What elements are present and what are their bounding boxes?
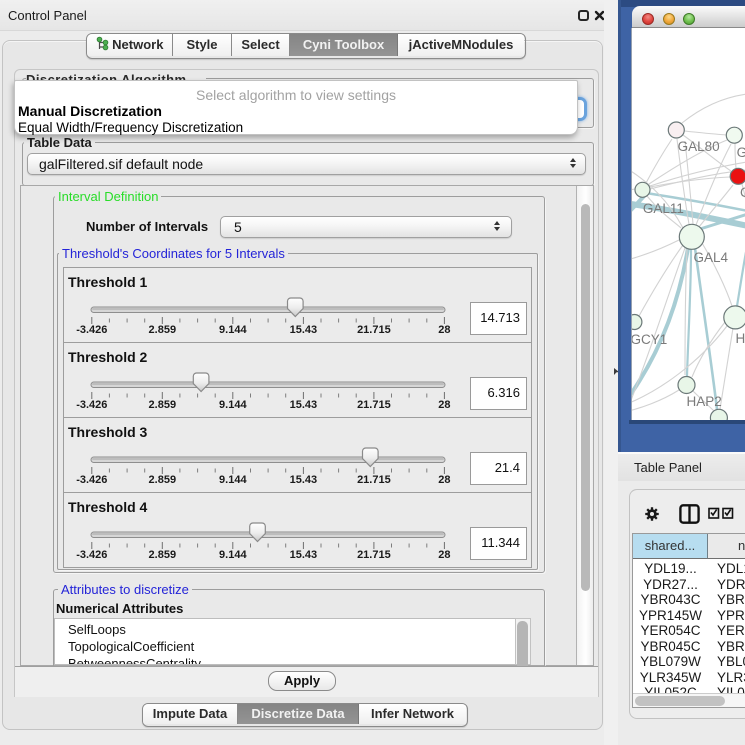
svg-text:2.859: 2.859 bbox=[149, 474, 177, 486]
svg-text:15.43: 15.43 bbox=[290, 324, 318, 336]
svg-text:9.144: 9.144 bbox=[219, 474, 247, 486]
svg-text:-3.426: -3.426 bbox=[76, 324, 107, 336]
svg-text:9.144: 9.144 bbox=[219, 399, 247, 411]
svg-text:9.144: 9.144 bbox=[219, 324, 247, 336]
svg-text:28: 28 bbox=[438, 324, 450, 336]
svg-text:28: 28 bbox=[438, 474, 450, 486]
svg-text:GAL11: GAL11 bbox=[643, 201, 684, 216]
svg-text:9.144: 9.144 bbox=[219, 549, 247, 561]
svg-text:2.859: 2.859 bbox=[149, 549, 177, 561]
svg-text:21.715: 21.715 bbox=[357, 399, 391, 411]
svg-text:HIS: HIS bbox=[736, 331, 745, 346]
svg-text:-3.426: -3.426 bbox=[76, 399, 107, 411]
svg-text:GAL80: GAL80 bbox=[678, 139, 720, 154]
svg-text:21.715: 21.715 bbox=[357, 474, 391, 486]
svg-text:HAP2: HAP2 bbox=[687, 394, 722, 409]
svg-text:GAL4: GAL4 bbox=[694, 250, 729, 265]
svg-text:CDC: CDC bbox=[740, 185, 745, 200]
svg-text:GAL2: GAL2 bbox=[737, 145, 745, 160]
svg-text:28: 28 bbox=[438, 399, 450, 411]
svg-text:2.859: 2.859 bbox=[149, 399, 177, 411]
svg-text:28: 28 bbox=[438, 549, 450, 561]
svg-text:-3.426: -3.426 bbox=[76, 474, 107, 486]
svg-text:21.715: 21.715 bbox=[357, 324, 391, 336]
svg-text:GCY1: GCY1 bbox=[632, 332, 667, 347]
svg-text:15.43: 15.43 bbox=[290, 549, 318, 561]
svg-text:2.859: 2.859 bbox=[149, 324, 177, 336]
svg-text:21.715: 21.715 bbox=[357, 549, 391, 561]
svg-text:15.43: 15.43 bbox=[290, 399, 318, 411]
svg-text:15.43: 15.43 bbox=[290, 474, 318, 486]
svg-text:-3.426: -3.426 bbox=[76, 549, 107, 561]
